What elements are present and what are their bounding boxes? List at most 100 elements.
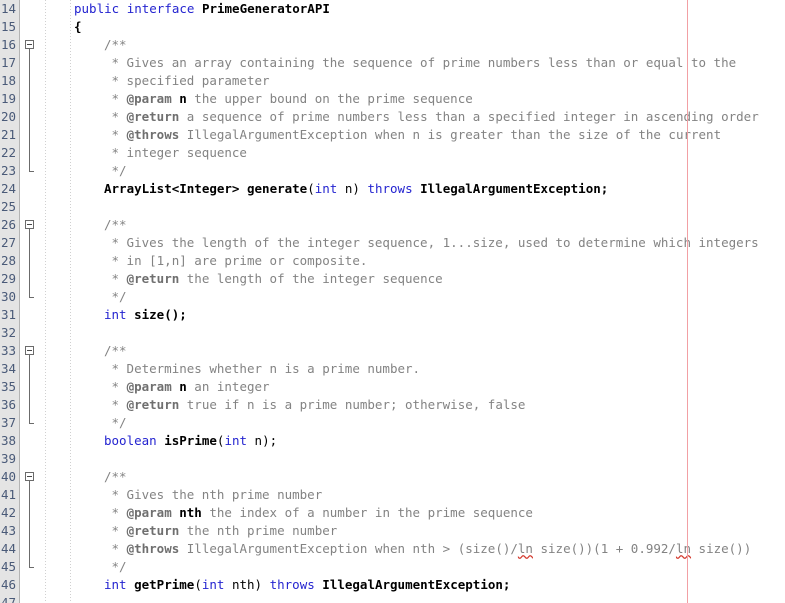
token: @param bbox=[126, 379, 172, 394]
fold-range-line bbox=[29, 229, 30, 297]
token: @param bbox=[126, 505, 172, 520]
fold-collapse-icon[interactable] bbox=[25, 220, 34, 229]
line-number: 33 bbox=[0, 343, 16, 358]
code-text[interactable]: */ bbox=[112, 288, 127, 306]
code-text[interactable]: */ bbox=[112, 558, 127, 576]
token: * Gives the nth prime number bbox=[111, 487, 323, 502]
line-number: 34 bbox=[0, 361, 16, 376]
fold-range-line bbox=[29, 355, 30, 423]
fold-range-line bbox=[29, 49, 30, 171]
fold-range-end bbox=[29, 567, 34, 568]
token: * bbox=[111, 91, 127, 106]
line-number: 41 bbox=[0, 487, 16, 502]
token: isPrime bbox=[164, 433, 217, 448]
token: ( bbox=[307, 181, 315, 196]
fold-collapse-icon[interactable] bbox=[25, 346, 34, 355]
line-number: 35 bbox=[0, 379, 16, 394]
code-text[interactable]: * @return the nth prime number bbox=[112, 522, 338, 540]
token: * bbox=[111, 397, 127, 412]
token: @throws bbox=[126, 541, 180, 556]
code-text[interactable]: ArrayList<Integer> generate(int n) throw… bbox=[104, 180, 608, 198]
line-number: 36 bbox=[0, 397, 16, 412]
misspelled-word: ln bbox=[675, 541, 692, 556]
token: throws bbox=[367, 181, 413, 196]
token: n bbox=[179, 91, 187, 106]
code-text[interactable]: * Gives an array containing the sequence… bbox=[112, 54, 737, 72]
code-text[interactable]: * Determines whether n is a prime number… bbox=[112, 360, 421, 378]
code-text[interactable]: * @throws IllegalArgumentException when … bbox=[112, 126, 722, 144]
line-number: 25 bbox=[0, 199, 16, 214]
token: size bbox=[134, 307, 165, 322]
line-number: 39 bbox=[0, 451, 16, 466]
code-text[interactable]: */ bbox=[112, 162, 127, 180]
code-text[interactable]: /** bbox=[104, 36, 127, 54]
fold-range-end bbox=[29, 423, 34, 424]
code-text[interactable]: * in [1,n] are prime or composite. bbox=[112, 252, 368, 270]
line-number: 29 bbox=[0, 271, 16, 286]
code-text[interactable]: /** bbox=[104, 342, 127, 360]
token: true if n is a prime number; otherwise, … bbox=[179, 397, 526, 412]
fold-collapse-icon[interactable] bbox=[25, 40, 34, 49]
token: n) bbox=[337, 181, 360, 196]
code-text[interactable]: { bbox=[74, 18, 82, 36]
code-text[interactable]: int size(); bbox=[104, 306, 187, 324]
line-number: 23 bbox=[0, 163, 16, 178]
fold-collapse-icon[interactable] bbox=[25, 472, 34, 481]
code-text[interactable]: boolean isPrime(int n); bbox=[104, 432, 277, 450]
code-editor[interactable]: 14 public interface PrimeGeneratorAPI 15 {1… bbox=[0, 0, 785, 603]
token: n bbox=[179, 379, 187, 394]
fold-range-line bbox=[29, 481, 30, 567]
token: int bbox=[201, 577, 225, 592]
code-text[interactable]: int getPrime(int nth) throws IllegalArgu… bbox=[104, 576, 510, 594]
code-text[interactable]: * @throws IllegalArgumentException when … bbox=[112, 540, 752, 558]
token: /** bbox=[104, 343, 127, 358]
token: */ bbox=[111, 415, 127, 430]
token: int bbox=[104, 307, 127, 322]
code-text[interactable]: * @return the length of the integer sequ… bbox=[112, 270, 443, 288]
code-text[interactable]: /** bbox=[104, 468, 127, 486]
token: * bbox=[111, 541, 127, 556]
token: IllegalArgumentException bbox=[420, 181, 601, 196]
code-text[interactable]: * Gives the nth prime number bbox=[112, 486, 323, 504]
token: generate bbox=[247, 181, 308, 196]
token: * in [1,n] are prime or composite. bbox=[111, 253, 368, 268]
code-text[interactable]: * Gives the length of the integer sequen… bbox=[112, 234, 759, 252]
token: /** bbox=[104, 37, 127, 52]
code-text[interactable]: * integer sequence bbox=[112, 144, 247, 162]
code-text[interactable]: */ bbox=[112, 414, 127, 432]
token: int bbox=[104, 577, 127, 592]
code-text[interactable]: * @return true if n is a prime number; o… bbox=[112, 396, 526, 414]
code-text[interactable]: * @return a sequence of prime numbers le… bbox=[112, 108, 759, 126]
line-number: 32 bbox=[0, 325, 16, 340]
token: ( bbox=[194, 577, 202, 592]
token: * specified parameter bbox=[111, 73, 270, 88]
right-margin-guide bbox=[687, 0, 688, 603]
token: @return bbox=[126, 523, 180, 538]
token: ; bbox=[600, 181, 609, 196]
line-number: 24 bbox=[0, 181, 16, 196]
token: */ bbox=[111, 559, 127, 574]
token: the length of the integer sequence bbox=[179, 271, 443, 286]
code-text[interactable]: * @param nth the index of a number in th… bbox=[112, 504, 533, 522]
token: int bbox=[224, 433, 248, 448]
line-number: 28 bbox=[0, 253, 16, 268]
token: nth bbox=[179, 505, 202, 520]
code-text[interactable]: /** bbox=[104, 216, 127, 234]
token: */ bbox=[111, 163, 127, 178]
line-number: 20 bbox=[0, 109, 16, 124]
token: PrimeGeneratorAPI bbox=[201, 1, 330, 16]
token: * bbox=[111, 379, 127, 394]
token: size()) bbox=[691, 541, 752, 556]
code-text[interactable]: public interface PrimeGeneratorAPI bbox=[74, 0, 330, 18]
code-text[interactable]: * @param n the upper bound on the prime … bbox=[112, 90, 473, 108]
code-text[interactable]: * @param n an integer bbox=[112, 378, 270, 396]
token: nth) bbox=[224, 577, 263, 592]
token: int bbox=[314, 181, 338, 196]
line-number: 44 bbox=[0, 541, 16, 556]
code-text[interactable]: * specified parameter bbox=[112, 72, 270, 90]
token: IllegalArgumentException bbox=[322, 577, 503, 592]
token: boolean bbox=[104, 433, 157, 448]
